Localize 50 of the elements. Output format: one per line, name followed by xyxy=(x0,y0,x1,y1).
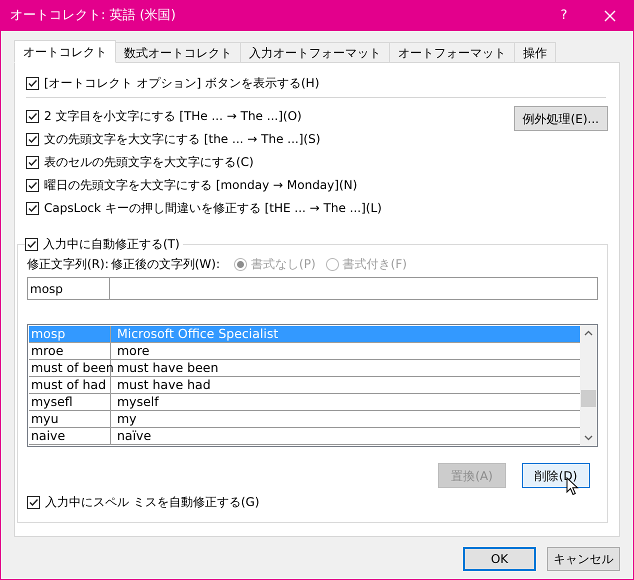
list-row[interactable]: naive naïve xyxy=(29,428,580,445)
checkbox-label: 入力中に自動修正する(T) xyxy=(43,236,180,253)
checkbox-label: 曜日の先頭文字を大文字にする [monday → Monday](N) xyxy=(44,177,358,194)
check-icon xyxy=(27,110,38,122)
checkbox[interactable] xyxy=(26,76,39,90)
check-icon xyxy=(27,202,38,214)
tab[interactable]: 操作 xyxy=(515,42,556,63)
checkbox-label: 2 文字目を小文字にする [THe ... → The ...](O) xyxy=(44,108,302,125)
input-field[interactable] xyxy=(110,277,598,300)
window-title: オートコレクト: 英語 (米国) xyxy=(10,7,176,26)
check-icon xyxy=(27,134,38,144)
radio-label: 書式なし(P) xyxy=(251,256,316,273)
checkbox-label: CapsLock キーの押し間違いを修正する [tHE ... → The ...](L) xyxy=(44,200,382,217)
check-icon xyxy=(27,78,38,88)
checkbox-label: 入力中にスペル ミスを自動修正する(G) xyxy=(45,494,260,511)
check-icon xyxy=(27,156,38,168)
checkbox[interactable] xyxy=(26,178,39,192)
dialog-button[interactable]: キャンセル xyxy=(547,547,620,571)
checkbox[interactable] xyxy=(26,156,39,168)
checkbox[interactable] xyxy=(26,110,39,122)
checkbox[interactable] xyxy=(26,202,39,214)
list-row[interactable]: myu my xyxy=(29,411,580,428)
checkbox[interactable] xyxy=(25,238,38,250)
check-icon xyxy=(27,180,38,190)
check-icon xyxy=(26,238,37,250)
checkbox-label: 文の先頭文字を大文字にする [the ... → The ...](S) xyxy=(44,131,320,148)
checkbox-label: [オートコレクト オプション] ボタンを表示する(H) xyxy=(44,75,320,92)
checkbox-label: 表のセルの先頭文字を大文字にする(C) xyxy=(44,154,254,171)
scrollbar[interactable] xyxy=(580,325,597,446)
input-field[interactable]: mosp xyxy=(27,277,110,300)
tab[interactable]: オートコレクト xyxy=(14,40,116,63)
field-label: 修正文字列(R): xyxy=(27,256,109,273)
list-row[interactable]: mroe more xyxy=(29,343,580,360)
close-icon[interactable] xyxy=(604,10,616,22)
checkbox[interactable] xyxy=(26,132,39,146)
tab[interactable]: 入力オートフォーマット xyxy=(241,42,390,63)
exceptions-button[interactable]: 例外処理(E)... xyxy=(514,106,608,131)
list-row[interactable]: mysefl myself xyxy=(29,394,580,411)
list-row[interactable]: must of had must have had xyxy=(29,377,580,394)
action-button[interactable]: 削除(D) xyxy=(522,463,590,488)
tab[interactable]: 数式オートコレクト xyxy=(116,42,241,63)
list-row[interactable]: must of been must have been xyxy=(29,360,580,377)
check-icon xyxy=(28,496,39,508)
dialog-button[interactable]: OK xyxy=(463,547,536,571)
help-button[interactable]: ? xyxy=(541,6,587,26)
radio-label: 書式付き(F) xyxy=(342,256,407,273)
checkbox[interactable] xyxy=(27,496,40,508)
tab[interactable]: オートフォーマット xyxy=(390,42,515,63)
scroll-thumb[interactable] xyxy=(581,390,596,407)
field-label: 修正後の文字列(W): xyxy=(110,256,220,273)
